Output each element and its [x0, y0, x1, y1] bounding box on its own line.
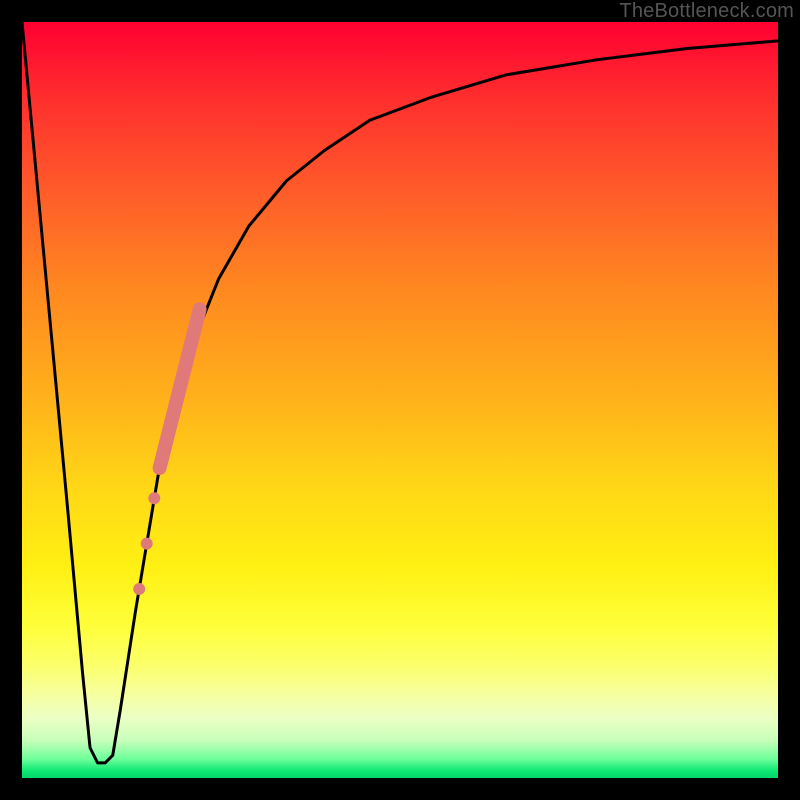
chart-stage: TheBottleneck.com — [0, 0, 800, 800]
chart-svg — [22, 22, 778, 778]
highlight-dot — [133, 583, 145, 595]
bottleneck-curve — [22, 22, 778, 763]
highlight-bar — [160, 309, 200, 468]
highlight-dot — [141, 538, 153, 550]
plot-area — [20, 20, 780, 780]
highlight-dot — [148, 492, 160, 504]
highlight-segment — [133, 309, 199, 595]
